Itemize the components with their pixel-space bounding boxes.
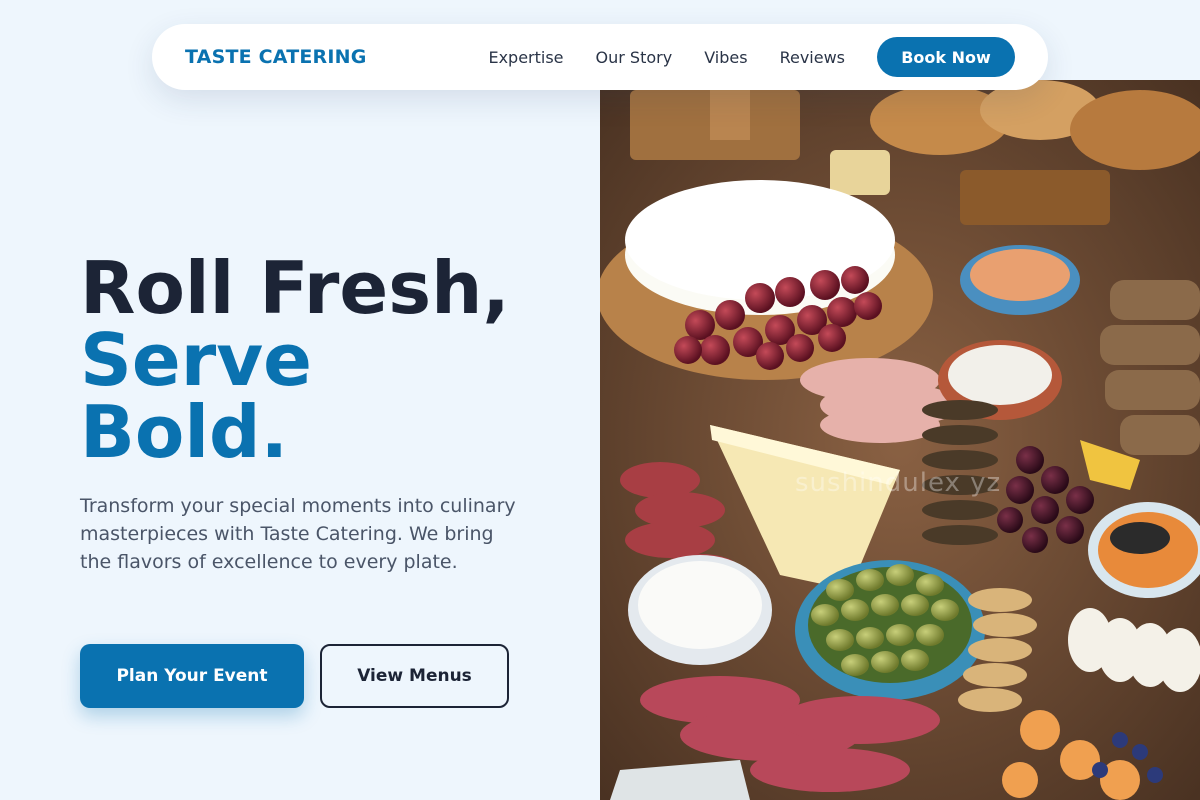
- hero-title: Roll Fresh, Serve Bold.: [80, 252, 510, 468]
- plan-your-event-button[interactable]: Plan Your Event: [80, 644, 304, 708]
- hero-title-line-3: Bold.: [80, 390, 288, 474]
- brand-logo[interactable]: TASTE CATERING: [185, 46, 367, 68]
- nav-link-vibes[interactable]: Vibes: [704, 48, 747, 67]
- charcuterie-illustration: [600, 80, 1200, 800]
- image-watermark: sushindulex yz: [795, 468, 1002, 498]
- hero-title-line-1: Roll Fresh,: [80, 246, 510, 330]
- book-now-button[interactable]: Book Now: [877, 37, 1015, 77]
- nav-link-expertise[interactable]: Expertise: [488, 48, 563, 67]
- landing-page: TASTE CATERING Expertise Our Story Vibes…: [0, 0, 1200, 800]
- top-navbar: TASTE CATERING Expertise Our Story Vibes…: [152, 24, 1048, 90]
- nav-links: Expertise Our Story Vibes Reviews Book N…: [488, 37, 1015, 77]
- nav-link-reviews[interactable]: Reviews: [780, 48, 845, 67]
- hero-title-line-2: Serve: [80, 318, 312, 402]
- view-menus-button[interactable]: View Menus: [320, 644, 509, 708]
- nav-link-our-story[interactable]: Our Story: [596, 48, 673, 67]
- hero-image-charcuterie-board: sushindulex yz: [600, 80, 1200, 800]
- hero-description: Transform your special moments into culi…: [80, 495, 516, 573]
